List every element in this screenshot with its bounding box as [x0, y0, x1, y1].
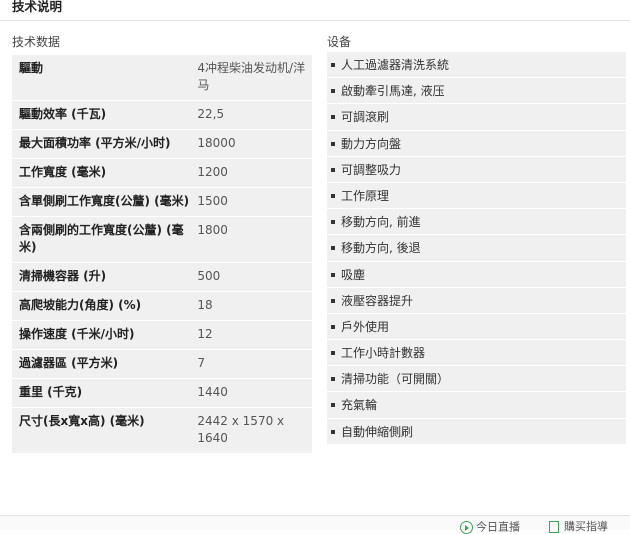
- equipment-label: 充氣輪: [341, 398, 378, 413]
- equipment-label: 戶外使用: [341, 319, 390, 334]
- equipment-item: 人工過濾器清洗系統: [327, 52, 626, 79]
- equipment-item: 可調整吸力: [327, 157, 626, 183]
- equipment-item: 液壓容器提升: [327, 288, 626, 314]
- spec-label: 含兩側刷的工作寬度(公釐) (毫米): [19, 223, 184, 254]
- bullet-icon: [331, 141, 335, 146]
- bullet-icon: [331, 63, 335, 67]
- bullet-icon: [331, 220, 335, 225]
- spec-row: 工作寬度 (毫米) 1200: [12, 159, 312, 188]
- equipment-item: 可調滾刷: [327, 104, 626, 131]
- bullet-icon: [331, 351, 335, 356]
- bullet-icon: [331, 272, 335, 277]
- spec-label: 高爬坡能力(角度) (%): [19, 298, 142, 312]
- bullet-icon: [331, 89, 335, 94]
- spec-value: 2442 x 1570 x 1640: [197, 414, 285, 445]
- spec-value: 7: [197, 356, 206, 370]
- equipment-label: 可調整吸力: [341, 162, 402, 177]
- equipment-item: 工作原理: [327, 183, 626, 210]
- spec-label: 清掃機容器 (升): [19, 269, 107, 283]
- equipment-item: 清掃功能（可開關）: [327, 366, 626, 393]
- spec-row: 重里 (千克) 1440: [12, 379, 312, 408]
- play-icon: [460, 521, 473, 534]
- spec-row: 操作速度 (千米/小时) 12: [12, 321, 312, 350]
- spec-row: 最大面積功率 (平方米/小时) 18000: [12, 130, 312, 159]
- equipment-item: 移動方向, 後退: [327, 235, 626, 262]
- equipment-label: 液壓容器提升: [341, 293, 414, 308]
- spec-row: 清掃機容器 (升) 500: [12, 263, 312, 292]
- spec-row: 尺寸(長x寬x高) (毫米) 2442 x 1570 x 1640: [12, 408, 312, 454]
- bullet-icon: [331, 429, 335, 434]
- equipment-label: 工作原理: [341, 188, 390, 203]
- spec-label: 含單側刷工作寬度(公釐) (毫米): [19, 194, 190, 208]
- spec-label: 驅動: [19, 61, 44, 75]
- spec-label: 驅動效率 (千瓦): [19, 107, 107, 121]
- equipment-item: 移動方向, 前進: [327, 209, 626, 236]
- equipment-list: 人工過濾器清洗系統 啟動牽引馬達, 液压 可調滾刷 動力方向盤 可調整吸力 工作…: [327, 52, 626, 445]
- equipment-label: 人工過濾器清洗系統: [341, 58, 450, 72]
- spec-value: 1440: [197, 385, 228, 399]
- spec-row: 含單側刷工作寬度(公釐) (毫米) 1500: [12, 188, 312, 217]
- spec-value: 12: [197, 327, 213, 341]
- equipment-label: 移動方向, 前進: [341, 215, 421, 230]
- bullet-icon: [331, 246, 335, 251]
- spec-label: 操作速度 (千米/小时): [19, 327, 135, 341]
- bottom-bar: 今日直播 購买指導: [0, 515, 630, 534]
- bullet-icon: [331, 377, 335, 382]
- equipment-item: 工作小時計數器: [327, 340, 626, 367]
- equipment-heading: 设备: [327, 35, 352, 49]
- spec-label: 重里 (千克): [19, 385, 83, 399]
- bullet-icon: [331, 193, 335, 198]
- spec-value: 1500: [197, 194, 228, 208]
- guide-label: 購买指導: [564, 520, 608, 533]
- section-title: 技术说明: [12, 0, 63, 14]
- spec-row: 過濾器區 (平方米) 7: [12, 350, 312, 379]
- spec-row: 驅動 4冲程柴油发动机/洋马: [12, 55, 312, 101]
- spec-value: 22,5: [197, 107, 225, 121]
- spec-value: 18: [197, 298, 213, 312]
- spec-label: 過濾器區 (平方米): [19, 356, 119, 370]
- spec-row: 高爬坡能力(角度) (%) 18: [12, 292, 312, 321]
- spec-value: 4冲程柴油发动机/洋马: [197, 61, 306, 92]
- live-label: 今日直播: [476, 520, 520, 534]
- equipment-item: 自動伸縮側刷: [327, 419, 626, 445]
- equipment-label: 啟動牽引馬達, 液压: [341, 84, 445, 99]
- spec-row: 驅動效率 (千瓦) 22,5: [12, 101, 312, 130]
- spec-value: 1800: [197, 223, 228, 237]
- equipment-item: 啟動牽引馬達, 液压: [327, 78, 626, 105]
- equipment-item: 戶外使用: [327, 314, 626, 341]
- live-link[interactable]: 今日直播: [460, 521, 520, 534]
- guide-link[interactable]: 購买指導: [549, 521, 608, 533]
- specs-heading: 技术数据: [12, 35, 61, 49]
- title-divider: [0, 20, 630, 21]
- specs-table: 驅動 4冲程柴油发动机/洋马 驅動效率 (千瓦) 22,5 最大面積功率 (平方…: [12, 55, 312, 454]
- equipment-label: 動力方向盤: [341, 136, 402, 151]
- spec-label: 最大面積功率 (平方米/小时): [19, 136, 171, 150]
- book-icon: [549, 521, 559, 533]
- spec-value: 1200: [197, 165, 228, 179]
- spec-label: 尺寸(長x寬x高) (毫米): [19, 414, 145, 428]
- equipment-label: 自動伸縮側刷: [341, 424, 414, 439]
- equipment-label: 清掃功能（可開關）: [341, 372, 450, 387]
- equipment-label: 移動方向, 後退: [341, 241, 421, 256]
- equipment-item: 充氣輪: [327, 392, 626, 419]
- spec-value: 18000: [197, 136, 236, 150]
- bullet-icon: [331, 403, 335, 408]
- equipment-item: 吸塵: [327, 262, 626, 288]
- bullet-icon: [331, 298, 335, 303]
- equipment-label: 工作小時計數器: [341, 346, 426, 361]
- spec-value: 500: [197, 269, 221, 283]
- spec-label: 工作寬度 (毫米): [19, 165, 107, 179]
- equipment-label: 可調滾刷: [341, 110, 390, 125]
- spec-row: 含兩側刷的工作寬度(公釐) (毫米) 1800: [12, 217, 312, 263]
- equipment-label: 吸塵: [341, 267, 366, 282]
- bullet-icon: [331, 115, 335, 120]
- equipment-item: 動力方向盤: [327, 131, 626, 157]
- bullet-icon: [331, 324, 335, 329]
- bullet-icon: [331, 167, 335, 172]
